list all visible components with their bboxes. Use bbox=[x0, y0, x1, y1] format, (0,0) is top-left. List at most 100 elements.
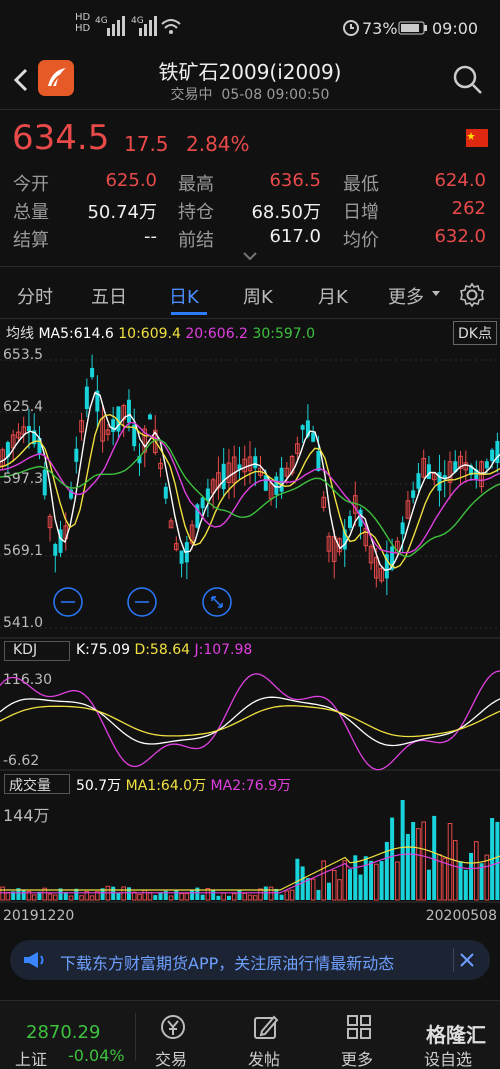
candle-body bbox=[311, 432, 316, 442]
quote-label: 均价 bbox=[343, 230, 379, 251]
zoom-out-icon[interactable] bbox=[127, 587, 157, 617]
nav-more[interactable]: 更多 bbox=[341, 1046, 373, 1069]
volume-axis-label: 144万 bbox=[3, 806, 50, 825]
tab-more[interactable]: 更多 bbox=[388, 283, 424, 309]
candle-body bbox=[205, 488, 210, 501]
candle-body bbox=[53, 544, 58, 556]
ma-label: 均线 bbox=[6, 326, 34, 342]
y-axis-label: 597.3 bbox=[3, 471, 43, 487]
volume-bar bbox=[174, 889, 179, 900]
zoom-out-icon[interactable] bbox=[53, 587, 83, 617]
kdj-selector[interactable]: KDJ bbox=[4, 641, 70, 661]
promo-banner[interactable]: 下载东方财富期货APP，关注原油行情最新动态 bbox=[10, 940, 490, 980]
candle-body bbox=[148, 414, 152, 420]
volume-bar bbox=[242, 892, 248, 901]
volume-bar bbox=[390, 817, 395, 900]
volume-bar bbox=[326, 882, 331, 900]
kdj-j-value: J:107.98 bbox=[194, 642, 253, 658]
volume-bar bbox=[47, 893, 53, 901]
trade-icon[interactable] bbox=[159, 1013, 187, 1041]
kdj-d-value: D:58.64 bbox=[134, 642, 191, 658]
volume-bar bbox=[463, 869, 468, 900]
kdj-k-line bbox=[0, 696, 500, 747]
quote-value: 68.50万 bbox=[251, 202, 321, 223]
volume-bar bbox=[358, 874, 363, 900]
volume-bar bbox=[479, 863, 484, 900]
volume-ma1: MA1:64.0万 bbox=[125, 778, 207, 794]
candle-body bbox=[163, 486, 168, 499]
tab-monthly-k[interactable]: 月K bbox=[318, 283, 348, 309]
gear-icon[interactable] bbox=[459, 282, 485, 308]
search-icon[interactable] bbox=[452, 64, 484, 96]
candle-body bbox=[179, 550, 184, 564]
volume-bar bbox=[0, 886, 5, 901]
ma10-value: 10:609.4 bbox=[118, 326, 181, 342]
quote-label: 最低 bbox=[343, 174, 379, 195]
quote-label: 结算 bbox=[13, 230, 49, 251]
nav-post[interactable]: 发帖 bbox=[248, 1046, 280, 1069]
volume-bar bbox=[363, 856, 368, 900]
kdj-axis-label: 116.30 bbox=[3, 672, 52, 688]
volume-bar bbox=[268, 886, 274, 901]
quote-value: 636.5 bbox=[269, 170, 321, 191]
volume-bar bbox=[168, 895, 174, 901]
watermark: 格隆汇 bbox=[426, 1023, 486, 1047]
candle-body bbox=[126, 399, 131, 423]
tab-five-day[interactable]: 五日 bbox=[91, 283, 127, 309]
volume-bar bbox=[89, 895, 95, 901]
kdj-j-line bbox=[0, 670, 500, 771]
volume-bar bbox=[405, 833, 410, 900]
chevron-down-icon[interactable] bbox=[242, 250, 258, 262]
volume-bar bbox=[184, 893, 190, 901]
grid-menu-icon[interactable] bbox=[345, 1013, 373, 1041]
date-end-label: 20200508 bbox=[426, 908, 497, 924]
volume-bar bbox=[231, 893, 237, 901]
page-title: 铁矿石2009(i2009) bbox=[158, 60, 342, 84]
index-name: 上证 bbox=[15, 1050, 48, 1069]
index-value[interactable]: 2870.29 bbox=[26, 1022, 100, 1043]
candle-body bbox=[426, 464, 431, 479]
volume-bar bbox=[337, 879, 342, 901]
volume-bar bbox=[310, 878, 316, 901]
volume-bar bbox=[31, 894, 37, 901]
quote-label: 前结 bbox=[178, 230, 214, 251]
volume-bar bbox=[221, 892, 226, 901]
volume-bar bbox=[369, 860, 374, 900]
nav-trade[interactable]: 交易 bbox=[155, 1046, 187, 1069]
volume-bar bbox=[416, 828, 421, 901]
tab-daily-k[interactable]: 日K bbox=[169, 283, 199, 309]
volume-bar bbox=[295, 858, 300, 900]
volume-bar bbox=[52, 894, 58, 901]
volume-label: 成交量 bbox=[9, 778, 51, 794]
quote-value: 617.0 bbox=[269, 226, 321, 247]
volume-bar bbox=[484, 854, 490, 901]
quote-value: 262 bbox=[451, 198, 486, 219]
kline-chart[interactable]: 653.5 625.4 597.3 569.1 541.0 116.30 -6.62 144万… bbox=[0, 342, 500, 932]
quote-value: 625.0 bbox=[105, 170, 157, 191]
volume-bar bbox=[252, 895, 258, 901]
volume-bar bbox=[284, 890, 290, 901]
volume-selector[interactable]: 成交量 bbox=[4, 774, 70, 794]
volume-bar bbox=[247, 894, 253, 901]
ma-legend: 均线 MA5:614.6 10:609.4 20:606.2 30:597.0 bbox=[6, 323, 315, 343]
ma5-value: MA5:614.6 bbox=[38, 326, 114, 342]
candle-body bbox=[90, 367, 95, 378]
battery-percent: 73% bbox=[362, 19, 398, 38]
close-icon[interactable] bbox=[459, 952, 475, 968]
volume-bar bbox=[274, 888, 279, 900]
fullscreen-icon[interactable] bbox=[202, 587, 232, 617]
kdj-legend: K:75.09 D:58.64 J:107.98 bbox=[76, 642, 252, 658]
tab-active-indicator bbox=[171, 312, 207, 315]
tab-intraday[interactable]: 分时 bbox=[17, 283, 53, 309]
tab-weekly-k[interactable]: 周K bbox=[243, 283, 273, 309]
candle-body bbox=[316, 451, 321, 472]
volume-bar bbox=[400, 800, 405, 900]
compose-icon[interactable] bbox=[252, 1013, 280, 1041]
nav-add-watchlist[interactable]: 设自选 bbox=[424, 1046, 472, 1069]
volume-bar bbox=[21, 889, 26, 900]
candle-body bbox=[300, 425, 305, 430]
quote-label: 今开 bbox=[13, 174, 49, 195]
trading-status: 交易中 05-08 09:00:50 bbox=[170, 87, 330, 103]
candle-body bbox=[416, 473, 421, 489]
price-change-pct: 2.84% bbox=[186, 132, 250, 156]
